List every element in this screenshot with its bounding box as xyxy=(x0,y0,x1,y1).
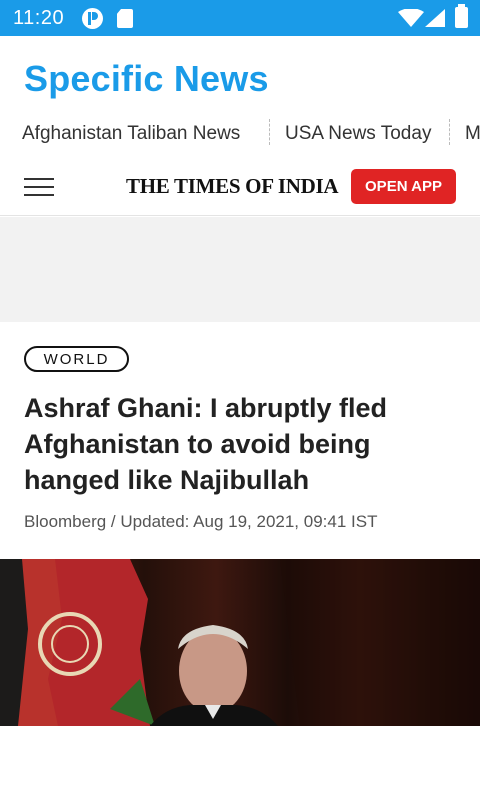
publisher-bar: THE TIMES OF INDIA OPEN APP xyxy=(0,160,480,216)
topic-tabs: Afghanistan Taliban News USA News Today … xyxy=(0,116,480,150)
battery-icon xyxy=(455,4,468,28)
hamburger-menu-icon[interactable] xyxy=(24,177,54,197)
article-hero-image[interactable] xyxy=(0,559,480,726)
topic-tab-more[interactable]: M xyxy=(465,123,480,145)
topic-divider xyxy=(449,119,450,145)
open-app-button[interactable]: OPEN APP xyxy=(351,169,456,204)
article-byline: Bloomberg / Updated: Aug 19, 2021, 09:41… xyxy=(24,512,378,531)
status-time: 11:20 xyxy=(13,7,65,29)
wifi-icon xyxy=(398,9,424,27)
publisher-logo[interactable]: THE TIMES OF INDIA xyxy=(126,174,339,199)
topic-tab-usa[interactable]: USA News Today xyxy=(285,123,431,145)
sd-card-icon xyxy=(117,9,133,28)
topic-tab-afghanistan[interactable]: Afghanistan Taliban News xyxy=(22,123,240,145)
status-bar: 11:20 xyxy=(0,0,480,36)
category-badge[interactable]: WORLD xyxy=(24,346,129,372)
topic-divider xyxy=(269,119,270,145)
pocket-app-icon xyxy=(82,8,103,29)
page-title: Specific News xyxy=(24,58,269,99)
ad-placeholder xyxy=(0,217,480,322)
hero-illustration xyxy=(0,559,480,726)
article-headline: Ashraf Ghani: I abruptly fled Afghanista… xyxy=(24,393,388,495)
cell-signal-icon xyxy=(425,9,445,27)
